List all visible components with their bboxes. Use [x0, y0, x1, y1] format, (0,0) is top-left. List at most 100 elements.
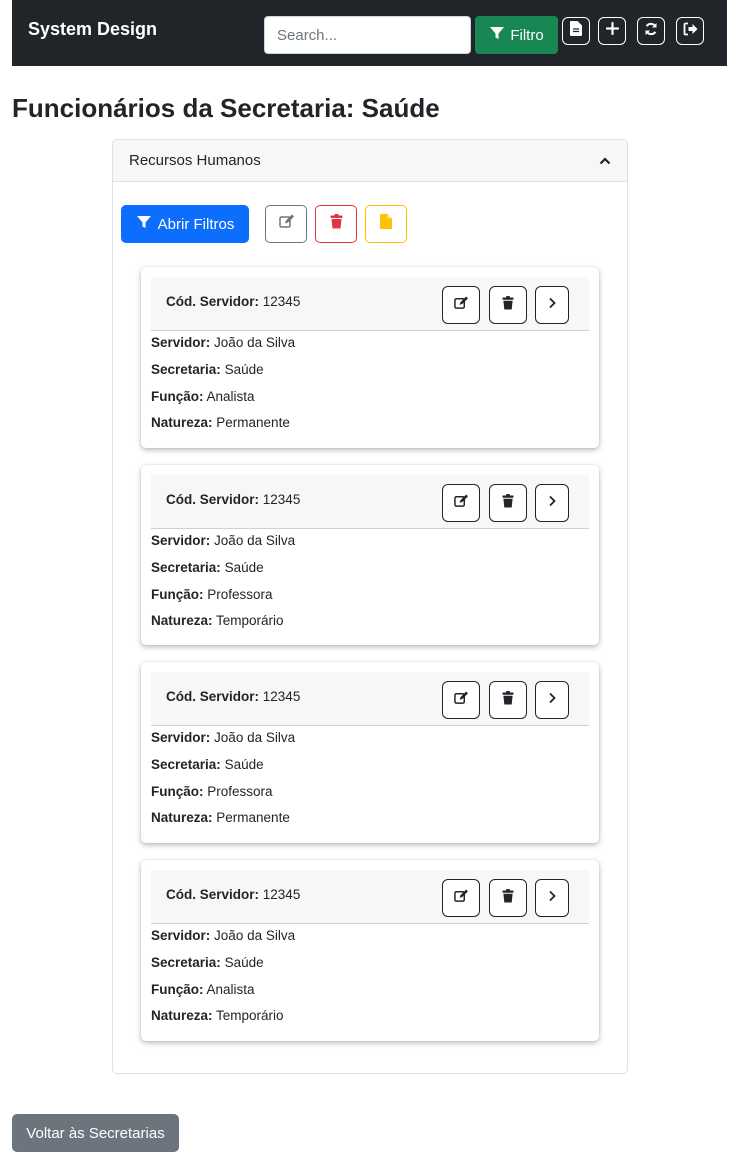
server-code-value: 12345 — [262, 689, 301, 704]
chevron-up-icon — [599, 152, 611, 170]
open-filters-button[interactable]: Abrir Filtros — [121, 205, 249, 243]
chevron-right-icon — [548, 494, 556, 512]
secretaria-label: Secretaria: — [151, 362, 221, 377]
delete-button[interactable] — [489, 681, 527, 719]
navbar: System Design Filtro — [12, 0, 727, 66]
edit-button[interactable] — [442, 484, 480, 522]
servidor-line: Servidor: João da Silva — [151, 335, 295, 350]
edit-icon — [454, 493, 468, 513]
secretaria-label: Secretaria: — [151, 955, 221, 970]
natureza-line: Natureza: Temporário — [151, 1008, 284, 1023]
edit-icon — [454, 888, 468, 908]
natureza-line: Natureza: Permanente — [151, 810, 290, 825]
servidor-value: João da Silva — [214, 730, 296, 745]
natureza-label: Natureza: — [151, 810, 213, 825]
brand[interactable]: System Design — [28, 19, 157, 40]
filter-button[interactable]: Filtro — [475, 16, 558, 54]
edit-icon — [278, 214, 294, 234]
employee-card: Cód. Servidor: 12345 Servidor: João da S… — [141, 860, 599, 1041]
refresh-button[interactable] — [637, 17, 665, 45]
card-header: Cód. Servidor: 12345 — [151, 475, 589, 529]
search-input[interactable] — [264, 16, 471, 54]
funcao-value: Analista — [206, 389, 255, 404]
natureza-value: Permanente — [216, 415, 290, 430]
edit-button[interactable] — [442, 286, 480, 324]
natureza-line: Natureza: Temporário — [151, 613, 284, 628]
server-code-value: 12345 — [262, 492, 301, 507]
servidor-label: Servidor: — [151, 730, 211, 745]
logout-icon — [683, 22, 698, 41]
server-code-value: 12345 — [262, 887, 301, 902]
servidor-line: Servidor: João da Silva — [151, 730, 295, 745]
accordion-title: Recursos Humanos — [129, 152, 261, 169]
delete-button[interactable] — [489, 879, 527, 917]
funcao-line: Função: Professora — [151, 784, 273, 799]
plus-icon — [605, 21, 619, 40]
card-header: Cód. Servidor: 12345 — [151, 672, 589, 726]
trash-icon — [502, 493, 514, 513]
servidor-label: Servidor: — [151, 928, 211, 943]
card-header: Cód. Servidor: 12345 — [151, 277, 589, 331]
back-to-secretarias-button[interactable]: Voltar às Secretarias — [12, 1114, 179, 1152]
details-button[interactable] — [535, 681, 569, 719]
funcao-line: Função: Analista — [151, 982, 255, 997]
server-code: Cód. Servidor: 12345 — [166, 887, 300, 902]
funcao-line: Função: Professora — [151, 587, 273, 602]
accordion-header[interactable]: Recursos Humanos — [113, 140, 627, 182]
server-code-label: Cód. Servidor: — [166, 887, 260, 902]
servidor-label: Servidor: — [151, 533, 211, 548]
delete-all-button[interactable] — [315, 205, 357, 243]
file-icon — [570, 21, 582, 41]
secretaria-label: Secretaria: — [151, 757, 221, 772]
edit-button[interactable] — [442, 879, 480, 917]
secretaria-value: Saúde — [224, 362, 264, 377]
servidor-label: Servidor: — [151, 335, 211, 350]
secretaria-label: Secretaria: — [151, 560, 221, 575]
file-icon — [380, 214, 392, 234]
edit-button[interactable] — [442, 681, 480, 719]
funcao-label: Função: — [151, 982, 204, 997]
natureza-label: Natureza: — [151, 613, 213, 628]
secretaria-value: Saúde — [224, 757, 264, 772]
trash-icon — [502, 888, 514, 908]
export-file-button[interactable] — [562, 17, 590, 45]
edit-all-button[interactable] — [265, 205, 307, 243]
card-header: Cód. Servidor: 12345 — [151, 870, 589, 924]
logout-button[interactable] — [676, 17, 704, 45]
filter-icon — [136, 214, 152, 234]
chevron-right-icon — [548, 296, 556, 314]
funcao-label: Função: — [151, 389, 204, 404]
add-button[interactable] — [598, 17, 626, 45]
natureza-value: Permanente — [216, 810, 290, 825]
servidor-value: João da Silva — [214, 928, 296, 943]
natureza-value: Temporário — [216, 613, 284, 628]
refresh-icon — [644, 22, 658, 41]
server-code-label: Cód. Servidor: — [166, 689, 260, 704]
funcao-label: Função: — [151, 587, 204, 602]
details-button[interactable] — [535, 286, 569, 324]
servidor-line: Servidor: João da Silva — [151, 533, 295, 548]
edit-icon — [454, 690, 468, 710]
delete-button[interactable] — [489, 286, 527, 324]
server-code-label: Cód. Servidor: — [166, 492, 260, 507]
server-code: Cód. Servidor: 12345 — [166, 492, 300, 507]
natureza-label: Natureza: — [151, 415, 213, 430]
details-button[interactable] — [535, 879, 569, 917]
funcao-label: Função: — [151, 784, 204, 799]
secretaria-line: Secretaria: Saúde — [151, 362, 264, 377]
server-code: Cód. Servidor: 12345 — [166, 689, 300, 704]
delete-button[interactable] — [489, 484, 527, 522]
filter-label: Filtro — [510, 26, 544, 44]
filter-icon — [489, 25, 505, 45]
employee-card: Cód. Servidor: 12345 Servidor: João da S… — [141, 267, 599, 448]
employee-card: Cód. Servidor: 12345 Servidor: João da S… — [141, 662, 599, 843]
open-filters-label: Abrir Filtros — [157, 215, 235, 233]
details-button[interactable] — [535, 484, 569, 522]
funcao-value: Professora — [207, 784, 273, 799]
edit-icon — [454, 295, 468, 315]
secretaria-line: Secretaria: Saúde — [151, 955, 264, 970]
natureza-label: Natureza: — [151, 1008, 213, 1023]
trash-icon — [330, 214, 343, 234]
servidor-value: João da Silva — [214, 533, 296, 548]
report-button[interactable] — [365, 205, 407, 243]
